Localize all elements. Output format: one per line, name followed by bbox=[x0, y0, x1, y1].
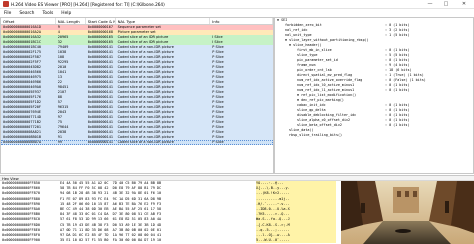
window-title: H.264 Video ES Viewer [PRO] [H.264] [Reg… bbox=[11, 1, 165, 7]
tree-node-label: disable_deblocking_filter_idc bbox=[297, 113, 357, 117]
preview-image bbox=[341, 181, 474, 244]
tree-node-label: nal_unit_type bbox=[285, 33, 312, 37]
cell-nal-type: Coded slice of a non-IDR picture bbox=[117, 140, 174, 144]
maximize-button[interactable]: □ bbox=[438, 0, 454, 9]
hex-view-body: 0x00000000000FF850 E4 4A 50 45 55 A1 A2 0… bbox=[0, 181, 340, 244]
hex-row[interactable]: 0x00000000000FF900 35 E1 10 02 57 F1 55 B… bbox=[0, 238, 340, 244]
title-bar: H.264 Video ES Viewer [PRO] [H.264] [Reg… bbox=[0, 0, 474, 9]
tree-node-label: num_ref_idx_active_override_flag bbox=[297, 78, 363, 82]
tree-node-label: slice_type bbox=[297, 53, 318, 57]
tree-node-label: ⊟ ref_pic_list_modification() bbox=[297, 93, 357, 97]
tree-node-label: num_ref_idx_l0_active_minus1 bbox=[297, 83, 355, 87]
tree-node-label: ⊟ dec_ref_pic_marking() bbox=[297, 98, 344, 102]
cell-info: P Slice bbox=[212, 140, 224, 144]
cell-offset: 0x000000000008B07A bbox=[3, 140, 41, 144]
tree-node-label: rbsp_slice_trailing_bits() bbox=[289, 133, 343, 137]
nal-table: Offset NAL Length Start Code & NAL NAL T… bbox=[0, 17, 274, 174]
tree-node-label: frame_num bbox=[297, 63, 316, 67]
tree-node-label: slice_alpha_c0_offset_div2 bbox=[297, 118, 351, 122]
tree-node-label: ⊟ slice_layer_without_partitioning_rbsp(… bbox=[285, 38, 369, 42]
tree-node-label: slice_qp_delta bbox=[297, 108, 326, 112]
menu-file[interactable]: File bbox=[0, 11, 15, 16]
hex-offset: 0x00000000000FF900 bbox=[2, 238, 40, 243]
tree-node-label: pic_parameter_set_id bbox=[297, 58, 338, 62]
hex-ascii: 5...W.U..0`..... bbox=[256, 238, 336, 244]
tree-node-label: direct_spatial_mv_pred_flag bbox=[297, 73, 353, 77]
hex-bytes: 35 E1 10 02 57 F1 55 B0 FA 30 60 00 8A D… bbox=[60, 238, 162, 243]
tree-node-label: pic_order_cnt_lsb bbox=[297, 68, 332, 72]
column-info[interactable]: Info bbox=[210, 18, 273, 24]
column-nal-type[interactable]: NAL Type bbox=[116, 18, 211, 24]
tree-node-label: cabac_init_idc bbox=[297, 103, 326, 107]
tree-node[interactable]: rbsp_slice_trailing_bits() bbox=[275, 133, 473, 138]
close-button[interactable]: ✕ bbox=[454, 0, 474, 9]
menu-tools[interactable]: Tools bbox=[38, 11, 57, 16]
tree-node-label: ⊟ SEI bbox=[277, 18, 288, 22]
tree-node-label: forbidden_zero_bit bbox=[285, 23, 322, 27]
column-start-code[interactable]: Start Code & NAL bbox=[86, 18, 116, 24]
app-icon bbox=[3, 1, 9, 7]
column-offset[interactable]: Offset bbox=[1, 18, 56, 24]
tree-node-label: slice_beta_offset_div2 bbox=[297, 123, 342, 127]
menu-bar: File Search Tools Help bbox=[0, 9, 474, 17]
minimize-button[interactable]: — bbox=[422, 0, 438, 9]
tree-node-label: slice_data() bbox=[289, 128, 314, 132]
syntax-tree: ⊟ SEI forbidden_zero_bit: 0 (1 bits) nal_r… bbox=[274, 17, 474, 174]
table-row[interactable]: 0x000000000008B07A 99 0x0000000141 Coded sl… bbox=[1, 140, 273, 145]
tree-node-label: nal_ref_idc bbox=[285, 28, 308, 32]
tree-node-label: first_mb_in_slice bbox=[297, 48, 332, 52]
tree-node-label: ⊟ slice_header() bbox=[289, 43, 322, 47]
cell-nal-length: 99 bbox=[57, 140, 63, 144]
hex-view: 0x00000000000FF850 E4 4A 50 45 55 A1 A2 0… bbox=[0, 181, 340, 244]
nal-table-header: Offset NAL Length Start Code & NAL NAL T… bbox=[1, 18, 273, 25]
syntax-tree-body: ⊟ SEI forbidden_zero_bit: 0 (1 bits) nal_r… bbox=[275, 18, 473, 138]
frame-preview bbox=[341, 181, 474, 244]
tree-node-label: num_ref_idx_l1_active_minus1 bbox=[297, 88, 355, 92]
nal-table-body: 0x0000000000016A1D 9 0x0000000167 Sequence … bbox=[1, 25, 273, 145]
cell-start-code: 0x0000000141 bbox=[87, 140, 113, 144]
menu-help[interactable]: Help bbox=[57, 11, 75, 16]
column-nal-length[interactable]: NAL Length bbox=[56, 18, 86, 24]
menu-search[interactable]: Search bbox=[15, 11, 38, 16]
